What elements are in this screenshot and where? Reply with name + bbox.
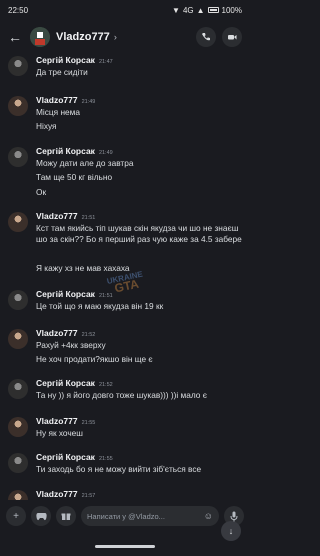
gift-icon bbox=[61, 513, 71, 520]
avatar[interactable] bbox=[8, 212, 28, 232]
message-time: 21:52 bbox=[98, 382, 113, 388]
message-input[interactable]: Написати у @Vladzo... ☺ bbox=[81, 506, 219, 526]
add-attachment-button[interactable]: + bbox=[6, 506, 26, 526]
message-text: Там ще 50 кг вільно bbox=[36, 172, 113, 182]
network-label: 4G bbox=[182, 5, 194, 15]
smiley-icon[interactable]: ☺ bbox=[204, 511, 213, 521]
message-input-placeholder: Написати у @Vladzo... bbox=[87, 511, 165, 521]
message-author[interactable]: Vladzo777 bbox=[36, 211, 78, 221]
games-button[interactable] bbox=[31, 506, 51, 526]
message-time: 21:55 bbox=[98, 456, 113, 462]
message-time: 21:52 bbox=[81, 332, 96, 338]
gift-button[interactable] bbox=[56, 506, 76, 526]
home-indicator[interactable] bbox=[95, 544, 155, 548]
plus-icon: + bbox=[13, 510, 19, 522]
signal-bars-icon: ▲ bbox=[196, 5, 205, 15]
message-author[interactable]: Сергій Корсак bbox=[36, 289, 95, 299]
message-text: Місця нема bbox=[36, 107, 80, 117]
microphone-icon bbox=[230, 511, 238, 521]
phone-icon bbox=[202, 33, 210, 41]
avatar[interactable] bbox=[8, 290, 28, 310]
message-text: Не хоч продати?якшо він ще є bbox=[36, 354, 153, 364]
message-text: Та ну )) я його довго тоже шукав))) ))і … bbox=[36, 390, 207, 400]
back-arrow-icon[interactable]: ← bbox=[8, 29, 28, 45]
message-time: 21:57 bbox=[81, 493, 96, 499]
message-text: Ну як хочеш bbox=[36, 428, 83, 438]
message-time: 21:51 bbox=[81, 215, 96, 221]
avatar[interactable] bbox=[8, 379, 28, 399]
message-time: 21:47 bbox=[98, 59, 113, 65]
avatar[interactable] bbox=[8, 96, 28, 116]
chat-header: ← Vladzo777 › bbox=[0, 22, 250, 52]
message-text: Можу дати але до завтра bbox=[36, 158, 134, 168]
avatar[interactable] bbox=[8, 56, 28, 76]
avatar[interactable] bbox=[8, 147, 28, 167]
message-time: 21:49 bbox=[98, 150, 113, 156]
status-time: 22:50 bbox=[8, 5, 29, 15]
battery-percent: 100% bbox=[221, 5, 242, 15]
message-time: 21:55 bbox=[81, 420, 96, 426]
message-author[interactable]: Сергій Корсак bbox=[36, 55, 95, 65]
avatar[interactable] bbox=[8, 329, 28, 349]
avatar[interactable] bbox=[8, 490, 28, 500]
chat-title[interactable]: Vladzo777 bbox=[56, 31, 110, 43]
message-text: Кст там якийсь тіп шукав скін якудза чи … bbox=[36, 223, 242, 244]
message-author[interactable]: Vladzo777 bbox=[36, 416, 78, 426]
message-text: Ти заходь бо я не можу вийти зіб'ється в… bbox=[36, 464, 202, 474]
video-button[interactable] bbox=[222, 27, 242, 47]
message-time: 21:49 bbox=[81, 99, 96, 105]
chevron-right-icon[interactable]: › bbox=[114, 32, 117, 42]
message-author[interactable]: Сергій Корсак bbox=[36, 452, 95, 462]
gamepad-icon bbox=[35, 512, 47, 520]
system-nav-bar bbox=[0, 536, 250, 556]
avatar[interactable] bbox=[30, 27, 50, 47]
message-author[interactable]: Vladzo777 bbox=[36, 328, 78, 338]
avatar[interactable] bbox=[8, 453, 28, 473]
message-text: Рахуй +4кк зверху bbox=[36, 340, 106, 350]
avatar-art-icon bbox=[30, 27, 50, 47]
message-text: Ніхуя bbox=[36, 121, 57, 131]
message-author[interactable]: Vladzo777 bbox=[36, 489, 78, 499]
signal-icon: ▼ bbox=[172, 5, 180, 15]
battery-icon bbox=[207, 7, 219, 13]
video-camera-icon bbox=[228, 35, 237, 40]
status-bar: 22:50 ▼ 4G ▲ 100% bbox=[0, 0, 250, 20]
message-author[interactable]: Сергій Корсак bbox=[36, 146, 95, 156]
avatar[interactable] bbox=[8, 417, 28, 437]
status-icons: ▼ 4G ▲ 100% bbox=[172, 6, 242, 15]
call-button[interactable] bbox=[196, 27, 216, 47]
message-text: Да тре сидіти bbox=[36, 67, 88, 77]
message-author[interactable]: Vladzo777 bbox=[36, 95, 78, 105]
message-text: Ок bbox=[36, 187, 47, 197]
arrow-down-icon: ↓ bbox=[228, 526, 234, 536]
message-text: Я кажу хз не мав хахаха bbox=[36, 263, 130, 273]
composer-bar: + Написати у @Vladzo... ☺ bbox=[0, 501, 250, 531]
message-author[interactable]: Сергій Корсак bbox=[36, 378, 95, 388]
